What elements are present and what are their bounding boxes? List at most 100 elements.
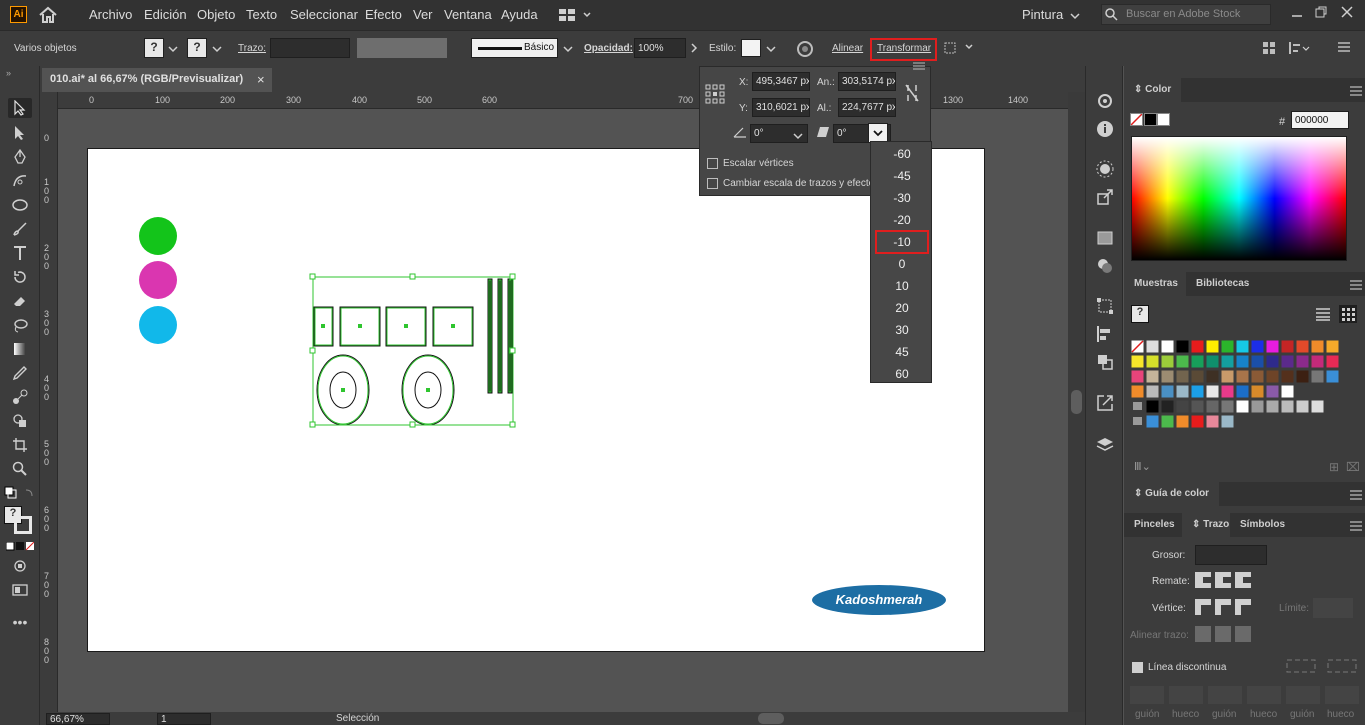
white-swatch[interactable]	[1157, 113, 1170, 126]
close-icon[interactable]	[1340, 5, 1354, 19]
menu-edicion[interactable]: Edición	[144, 7, 187, 22]
hex-input[interactable]: 000000	[1291, 111, 1349, 129]
align-panel-icon[interactable]	[1096, 325, 1114, 346]
chevron-down-icon[interactable]	[212, 44, 222, 56]
chevron-down-icon[interactable]	[563, 44, 573, 56]
selected-artwork-group[interactable]	[313, 278, 513, 426]
gradient-panel-icon[interactable]	[1096, 229, 1114, 250]
eraser-tool-icon[interactable]	[8, 291, 32, 311]
artboard[interactable]: Kadoshmerah	[87, 148, 985, 652]
asset-export-icon[interactable]	[1096, 394, 1114, 415]
dropdown-option[interactable]: 60	[871, 367, 933, 381]
menu-ayuda[interactable]: Ayuda	[501, 7, 538, 22]
zoom-tool-icon[interactable]	[8, 459, 32, 479]
corner-buttons[interactable]	[1195, 599, 1251, 618]
distribute-icon[interactable]	[1288, 41, 1310, 58]
export-icon[interactable]	[1096, 188, 1114, 209]
blend-tool-icon[interactable]	[8, 387, 32, 407]
menu-objeto[interactable]: Objeto	[197, 7, 235, 22]
home-icon[interactable]	[38, 6, 58, 27]
menu-ventana[interactable]: Ventana	[444, 7, 492, 22]
delete-swatch-icon[interactable]: ⌧	[1346, 460, 1360, 474]
opacity-input[interactable]: 100%	[634, 38, 686, 58]
menu-seleccionar[interactable]: Seleccionar	[290, 7, 358, 22]
menu-archivo[interactable]: Archivo	[89, 7, 132, 22]
brushes-tab[interactable]: Pinceles	[1124, 513, 1185, 537]
color-guide-tab[interactable]: ⇕ Guía de color	[1124, 482, 1220, 506]
fill-stroke-swap-icon[interactable]	[4, 486, 36, 507]
constrain-proportions-icon[interactable]	[904, 83, 920, 106]
panel-menu-icon[interactable]	[1338, 41, 1350, 56]
symbols-tab[interactable]: Símbolos	[1230, 513, 1296, 537]
swatches-tab[interactable]: Muestras	[1124, 272, 1188, 296]
swatch-grid[interactable]	[1131, 340, 1346, 436]
new-swatch-icon[interactable]: ⊞	[1329, 460, 1339, 474]
shear-icon[interactable]	[816, 126, 830, 141]
pen-tool-icon[interactable]	[8, 147, 32, 167]
x-input[interactable]: 495,3467 px	[752, 72, 810, 91]
transform-panel-icon[interactable]	[1096, 297, 1114, 318]
magenta-circle[interactable]	[139, 261, 177, 299]
panel-menu-icon[interactable]	[1350, 490, 1362, 503]
curvature-tool-icon[interactable]	[8, 171, 32, 191]
dash-alignment-buttons[interactable]	[1284, 657, 1362, 678]
fill-swatch[interactable]: ?	[144, 38, 164, 58]
panel-menu-icon[interactable]	[1350, 280, 1362, 293]
panel-menu-icon[interactable]	[1350, 521, 1362, 534]
draw-mode-icon[interactable]	[8, 556, 32, 576]
limit-input[interactable]	[1313, 598, 1353, 618]
eyedropper-tool-icon[interactable]	[8, 363, 32, 383]
transparency-icon[interactable]	[1096, 257, 1114, 278]
stock-search-field[interactable]: Buscar en Adobe Stock	[1101, 4, 1271, 25]
green-circle[interactable]	[139, 217, 177, 255]
panel-menu-icon[interactable]	[1350, 86, 1362, 99]
brush-definition[interactable]: Básico	[471, 38, 558, 58]
scrollbar-thumb[interactable]	[1071, 390, 1082, 414]
width-input[interactable]: 303,5174 px	[838, 72, 896, 91]
chevron-down-icon[interactable]	[1070, 11, 1080, 23]
color-panel-tab[interactable]: ⇕ Color	[1124, 78, 1182, 102]
align-link[interactable]: Alinear	[832, 43, 863, 54]
scale-corners-checkbox[interactable]	[707, 157, 722, 169]
dropdown-option[interactable]: -60	[871, 147, 933, 161]
variable-width-profile[interactable]	[357, 38, 447, 58]
vertical-ruler[interactable]: 0 1 0 0 2 0 0 3 0 0 4 0 0 5 0 0 6 0 0 7 …	[40, 92, 58, 712]
dropdown-option[interactable]: 20	[871, 301, 933, 315]
list-view-icon[interactable]	[1316, 307, 1330, 324]
chevron-right-icon[interactable]	[690, 43, 698, 56]
grid-view-icon[interactable]	[1339, 305, 1357, 323]
direct-selection-tool-icon[interactable]	[8, 123, 32, 143]
scale-strokes-checkbox[interactable]	[707, 177, 722, 189]
opacity-label[interactable]: Opacidad:	[584, 43, 633, 54]
close-tab-icon[interactable]: ×	[257, 72, 265, 87]
shear-dropdown-toggle[interactable]	[868, 123, 888, 143]
chevron-down-icon[interactable]	[766, 44, 776, 56]
align-stroke-buttons[interactable]	[1195, 626, 1251, 645]
swatch-libraries-menu-icon[interactable]: Ⅲ⌄	[1134, 460, 1151, 473]
recolor-artwork-icon[interactable]	[796, 40, 814, 61]
height-input[interactable]: 224,7677 px	[838, 98, 896, 117]
current-fill-swatch[interactable]: ?	[1131, 305, 1149, 323]
chevron-down-icon[interactable]	[168, 44, 178, 56]
type-tool-icon[interactable]	[8, 243, 32, 263]
appearance-icon[interactable]	[1096, 92, 1114, 113]
paintbrush-tool-icon[interactable]	[8, 219, 32, 239]
dropdown-option[interactable]: 30	[871, 323, 933, 337]
collapse-toolbar-icon[interactable]: »	[6, 68, 11, 78]
info-icon[interactable]	[1096, 120, 1114, 141]
y-input[interactable]: 310,6021 px	[752, 98, 810, 117]
shape-builder-tool-icon[interactable]	[8, 411, 32, 431]
layers-icon[interactable]	[1096, 436, 1114, 457]
rotate-angle-icon[interactable]	[733, 126, 747, 141]
dash-fields[interactable]	[1130, 686, 1362, 706]
cyan-circle[interactable]	[139, 306, 177, 344]
dropdown-option[interactable]: -20	[871, 213, 933, 227]
lasso-tool-icon[interactable]	[8, 315, 32, 335]
dropdown-option[interactable]: -30	[871, 191, 933, 205]
gradient-tool-icon[interactable]	[8, 339, 32, 359]
artboard-tool-icon[interactable]	[8, 435, 32, 455]
isolate-group-icon[interactable]	[1262, 41, 1276, 58]
pathfinder-icon[interactable]	[1096, 353, 1114, 374]
more-tools-icon[interactable]: •••	[8, 612, 32, 632]
weight-input[interactable]	[1195, 545, 1267, 565]
